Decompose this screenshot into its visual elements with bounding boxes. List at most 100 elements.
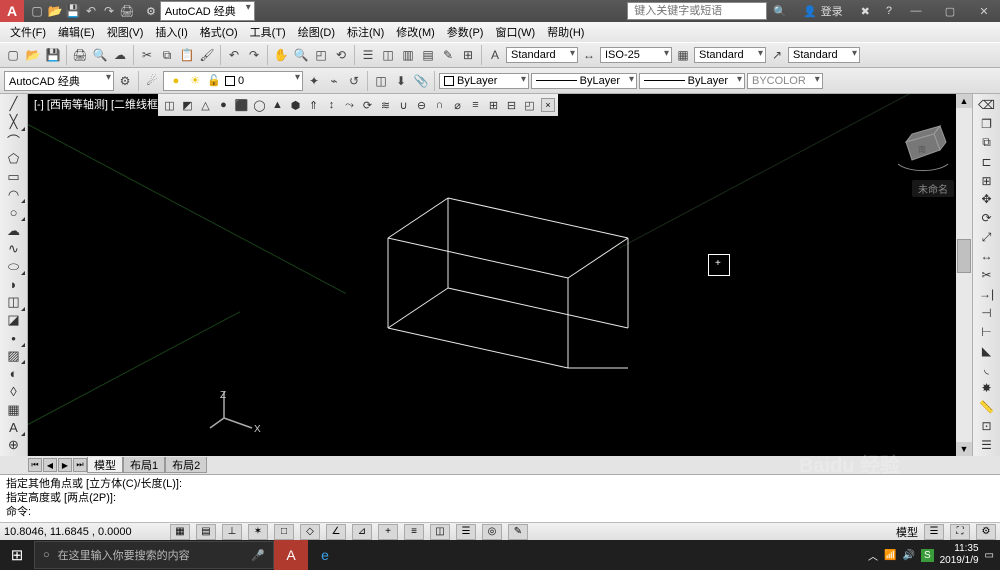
- sphere-icon[interactable]: ●: [215, 97, 232, 114]
- color-dd[interactable]: ByLayer: [439, 73, 529, 89]
- menu-window[interactable]: 窗口(W): [489, 22, 541, 42]
- copyobj-icon[interactable]: ❐: [976, 115, 998, 133]
- sweep-icon[interactable]: ⤳: [341, 97, 358, 114]
- zoomwin-icon[interactable]: ◰: [312, 46, 330, 64]
- help-icon[interactable]: ?: [878, 5, 900, 17]
- sep-icon[interactable]: ⊟: [503, 97, 520, 114]
- login-button[interactable]: 👤 登录: [793, 3, 853, 19]
- plot-icon[interactable]: 🖨: [71, 46, 89, 64]
- print-icon[interactable]: 🖨: [120, 4, 134, 18]
- tablestyle-dd[interactable]: Standard: [694, 47, 766, 63]
- makeblk-icon[interactable]: ◪: [3, 312, 25, 329]
- offset-icon[interactable]: ⊏: [976, 153, 998, 171]
- status-extra1[interactable]: ☰: [924, 524, 944, 540]
- textstyle-icon[interactable]: A: [486, 46, 504, 64]
- rect-icon[interactable]: ▭: [3, 169, 25, 186]
- mleaderstyle-icon[interactable]: ↗: [768, 46, 786, 64]
- tpy-toggle[interactable]: ◫: [430, 524, 450, 540]
- model-paper[interactable]: 模型: [896, 524, 918, 540]
- hatch-icon[interactable]: ▨: [3, 348, 25, 365]
- revolve-icon[interactable]: ⟳: [359, 97, 376, 114]
- menu-file[interactable]: 文件(F): [4, 22, 52, 42]
- command-window[interactable]: 指定其他角点或 [立方体(C)/长度(L)]: 指定高度或 [两点(2P)]: …: [0, 474, 1000, 522]
- close-button[interactable]: ✕: [968, 1, 1000, 21]
- search-icon[interactable]: 🔍: [767, 5, 793, 18]
- taskbar-autocad-icon[interactable]: A: [274, 540, 308, 570]
- match-icon[interactable]: 🖌: [198, 46, 216, 64]
- sc-toggle[interactable]: ◎: [482, 524, 502, 540]
- taskbar-clock[interactable]: 11:35 2019/1/9: [940, 543, 979, 567]
- explode-icon[interactable]: ✸: [976, 379, 998, 397]
- app-logo[interactable]: A: [0, 0, 24, 22]
- plotstyle-dd[interactable]: BYCOLOR: [747, 73, 823, 89]
- layermatch-icon[interactable]: ⌁: [325, 72, 343, 90]
- redo-icon[interactable]: ↷: [102, 4, 116, 18]
- thicken-icon[interactable]: ≡: [467, 97, 484, 114]
- ellipse-icon[interactable]: ⬭: [3, 258, 25, 275]
- pan-icon[interactable]: ✋: [272, 46, 290, 64]
- dyn-toggle[interactable]: +: [378, 524, 398, 540]
- tray-net-icon[interactable]: 📶: [884, 550, 896, 561]
- view-cube[interactable]: 南: [888, 112, 958, 182]
- save-icon[interactable]: 💾: [66, 4, 80, 18]
- cone-icon[interactable]: △: [197, 97, 214, 114]
- mirror-icon[interactable]: ⧉: [976, 134, 998, 152]
- cmd-prompt[interactable]: 命令:: [6, 505, 994, 519]
- scroll-down-icon[interactable]: ▼: [956, 442, 972, 456]
- paste-icon[interactable]: 📋: [178, 46, 196, 64]
- status-extra3[interactable]: ⚙: [976, 524, 996, 540]
- insert-icon[interactable]: ⬇: [392, 72, 410, 90]
- extend-icon[interactable]: →|: [976, 285, 998, 303]
- preview-icon[interactable]: 🔍: [91, 46, 109, 64]
- windows-search-input[interactable]: ○ 在这里输入你要搜索的内容 🎤: [34, 541, 274, 569]
- move-icon[interactable]: ✥: [976, 190, 998, 208]
- publish-icon[interactable]: ☁: [111, 46, 129, 64]
- lwt-toggle[interactable]: ≡: [404, 524, 424, 540]
- action-center-icon[interactable]: ▭: [985, 550, 994, 561]
- arc-icon[interactable]: ◠: [3, 187, 25, 204]
- loft-icon[interactable]: ≋: [377, 97, 394, 114]
- mtext-icon[interactable]: A: [3, 419, 25, 436]
- viewport[interactable]: [-] [西南等轴测] [二维线框] ◫ ◩ △ ● ⬛ ◯ ▲ ⬢ ⇑ ↕ ⤳…: [28, 94, 972, 456]
- markup-icon[interactable]: ✎: [439, 46, 457, 64]
- region-icon[interactable]: ◊: [3, 383, 25, 400]
- tray-ime-icon[interactable]: S: [921, 549, 934, 562]
- layer-dd[interactable]: ● ☀ 🔓 0: [163, 71, 303, 91]
- viewport-badge[interactable]: [-] [西南等轴测] [二维线框]: [32, 96, 163, 112]
- open-icon[interactable]: 📂: [24, 46, 42, 64]
- menu-param[interactable]: 参数(P): [441, 22, 490, 42]
- workspace-dropdown[interactable]: ⚙ AutoCAD 经典: [140, 1, 261, 21]
- tab-layout2[interactable]: 布局2: [165, 457, 207, 473]
- tablestyle-icon[interactable]: ▦: [674, 46, 692, 64]
- grid-toggle[interactable]: ▤: [196, 524, 216, 540]
- xline-icon[interactable]: ╳: [3, 114, 25, 131]
- mleaderstyle-dd[interactable]: Standard: [788, 47, 860, 63]
- ssm-icon[interactable]: ▤: [419, 46, 437, 64]
- help-search-input[interactable]: [627, 2, 767, 20]
- zoomprev-icon[interactable]: ⟲: [332, 46, 350, 64]
- toolbar-close-icon[interactable]: ×: [541, 98, 555, 112]
- point-icon[interactable]: •: [3, 330, 25, 347]
- menu-draw[interactable]: 绘图(D): [292, 22, 341, 42]
- join-icon[interactable]: ⊢: [976, 323, 998, 341]
- imprint-icon[interactable]: ⊞: [485, 97, 502, 114]
- presspull-icon[interactable]: ↕: [323, 97, 340, 114]
- pyramid-icon[interactable]: ▲: [269, 97, 286, 114]
- layeriso-icon[interactable]: ✦: [305, 72, 323, 90]
- ducs-toggle[interactable]: ⊿: [352, 524, 372, 540]
- stretch-icon[interactable]: ↔: [976, 247, 998, 265]
- snap-toggle[interactable]: ▦: [170, 524, 190, 540]
- menu-insert[interactable]: 插入(I): [149, 22, 193, 42]
- layerprev-icon[interactable]: ↺: [345, 72, 363, 90]
- polygon-icon[interactable]: ⬠: [3, 151, 25, 168]
- scrollbar-vertical[interactable]: ▲ ▼: [956, 94, 972, 456]
- scale-icon[interactable]: ⤢: [976, 228, 998, 246]
- rotate-icon[interactable]: ⟳: [976, 209, 998, 227]
- exchange-icon[interactable]: ✖: [853, 5, 878, 18]
- ws-settings-icon[interactable]: ⚙: [116, 72, 134, 90]
- status-extra2[interactable]: ⛶: [950, 524, 970, 540]
- 3dosnap-toggle[interactable]: ◇: [300, 524, 320, 540]
- redo-icon[interactable]: ↷: [245, 46, 263, 64]
- table-icon[interactable]: ▦: [3, 401, 25, 418]
- taskbar-edge-icon[interactable]: e: [308, 540, 342, 570]
